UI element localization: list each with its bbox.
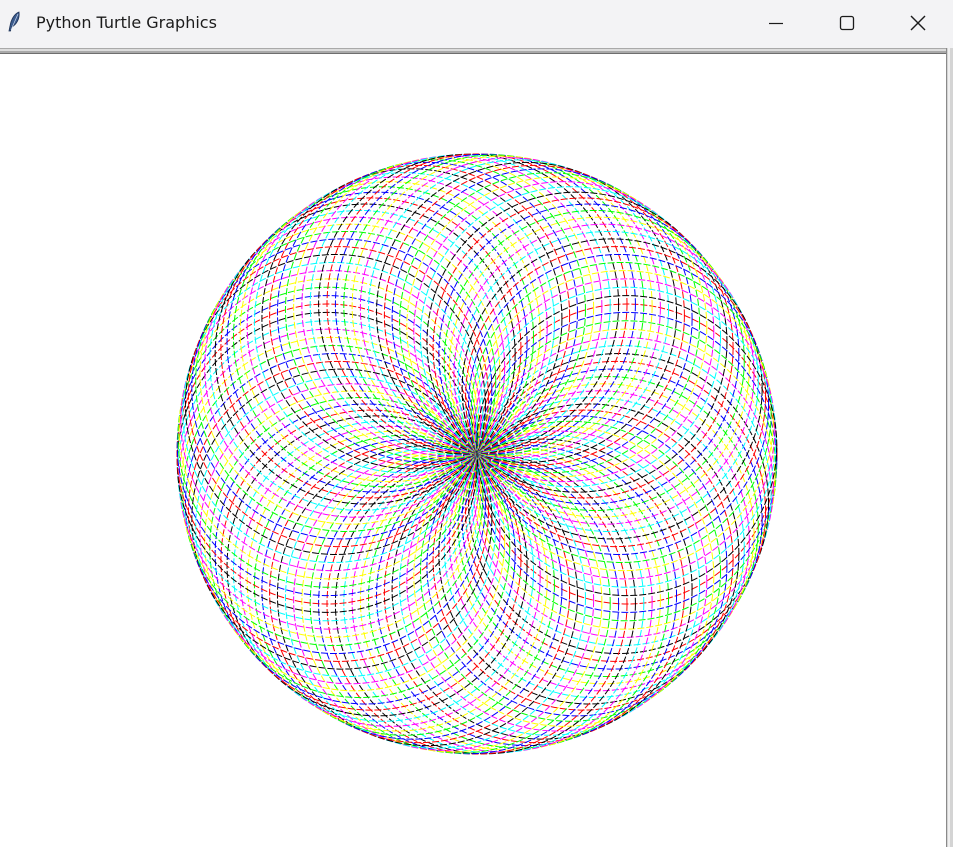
spiro-circle — [318, 453, 620, 755]
spiro-circle — [177, 286, 479, 588]
spiro-circle — [474, 278, 776, 580]
spiro-circle — [177, 320, 479, 622]
spiro-circle — [472, 270, 774, 572]
spiro-circle — [476, 303, 778, 605]
turtle-canvas[interactable] — [0, 54, 946, 847]
spiro-circle — [261, 438, 563, 740]
turtle-window: Python Turtle Graphics — [0, 0, 953, 847]
maximize-icon — [839, 15, 855, 31]
spiro-circle — [343, 452, 645, 754]
spiro-circle — [176, 303, 478, 605]
spiro-circle — [351, 451, 653, 753]
spiro-circle — [475, 320, 777, 622]
feather-icon — [8, 11, 20, 32]
spiro-circle — [475, 286, 777, 588]
spiro-circle — [301, 155, 603, 457]
spirograph-drawing — [176, 153, 778, 755]
minimize-button[interactable] — [741, 0, 811, 46]
spiro-circle — [182, 261, 484, 563]
spiro-circle — [301, 451, 603, 753]
spiro-circle — [318, 153, 620, 455]
spiro-circle — [269, 442, 571, 744]
spiro-circle — [343, 154, 645, 456]
spiro-circle — [178, 278, 480, 580]
window-right-border — [946, 48, 953, 847]
title-bar[interactable]: Python Turtle Graphics — [0, 0, 953, 48]
spiro-circle — [476, 295, 778, 597]
spiro-circle — [474, 328, 776, 630]
spiro-circle — [326, 453, 628, 755]
minimize-icon — [769, 22, 783, 25]
close-button[interactable] — [883, 0, 953, 46]
window-title: Python Turtle Graphics — [36, 13, 217, 32]
spiro-circle — [351, 155, 653, 457]
spiro-circle — [472, 336, 774, 638]
close-icon — [910, 15, 926, 31]
spiro-circle — [178, 328, 480, 630]
spiro-circle — [326, 153, 628, 455]
spiro-circle — [309, 154, 611, 456]
spiro-circle — [309, 452, 611, 754]
maximize-button[interactable] — [812, 0, 882, 46]
